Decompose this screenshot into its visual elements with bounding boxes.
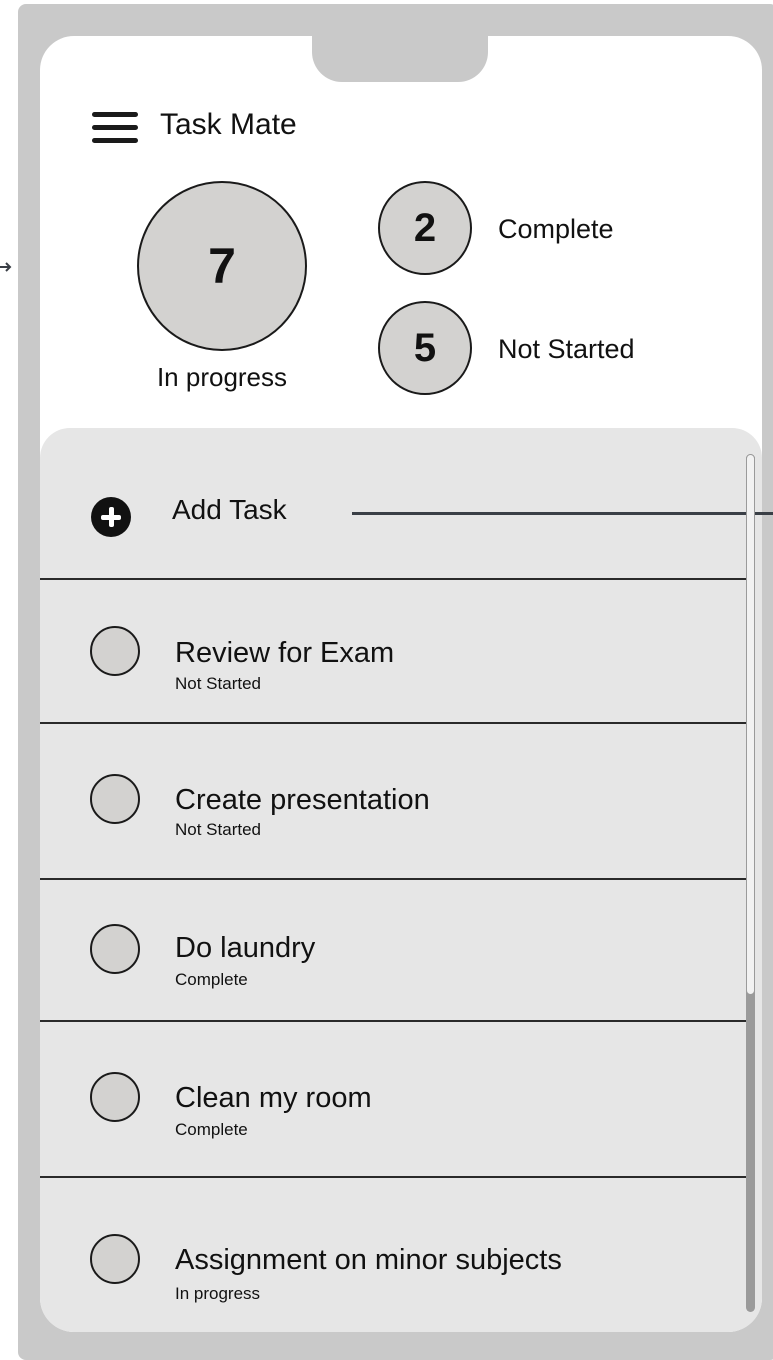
complete-count-badge[interactable]: 2 — [378, 181, 472, 275]
task-title: Create presentation — [175, 784, 430, 816]
annotation-arrow-icon — [0, 262, 12, 272]
hamburger-menu-icon[interactable] — [92, 112, 138, 146]
scrollbar[interactable] — [746, 454, 755, 1312]
task-status: Complete — [175, 970, 248, 989]
task-title: Review for Exam — [175, 637, 395, 669]
task-row[interactable]: Assignment on minor subjects In progress — [40, 1178, 746, 1332]
app-title: Task Mate — [160, 108, 297, 141]
task-status: Complete — [175, 1120, 248, 1139]
task-checkbox[interactable] — [90, 1072, 140, 1122]
task-status: Not Started — [175, 674, 261, 693]
in-progress-label: In progress — [156, 362, 288, 392]
task-row[interactable]: Create presentation Not Started — [40, 724, 746, 880]
task-title: Clean my room — [175, 1082, 372, 1114]
task-row[interactable]: Review for Exam Not Started — [40, 580, 746, 724]
task-title: Do laundry — [175, 932, 316, 964]
task-title: Assignment on minor subjects — [175, 1244, 562, 1276]
task-list: Add Task Review for Exam Not Started Cre… — [40, 428, 762, 1332]
add-task-label: Add Task — [172, 494, 287, 525]
in-progress-count-badge[interactable]: 7 — [137, 181, 307, 351]
task-status: In progress — [175, 1284, 261, 1303]
scrollbar-thumb[interactable] — [746, 454, 755, 995]
task-checkbox[interactable] — [90, 626, 140, 676]
complete-label: Complete — [498, 214, 614, 244]
task-row[interactable]: Do laundry Complete — [40, 880, 746, 1022]
task-status: Not Started — [175, 820, 261, 839]
task-row[interactable]: Clean my room Complete — [40, 1022, 746, 1178]
phone-notch — [312, 36, 488, 82]
add-task-row[interactable]: Add Task — [40, 428, 746, 580]
not-started-label: Not Started — [498, 334, 635, 364]
not-started-count-badge[interactable]: 5 — [378, 301, 472, 395]
add-circle-icon[interactable] — [91, 497, 131, 537]
task-checkbox[interactable] — [90, 774, 140, 824]
annotation-line — [352, 512, 773, 515]
task-checkbox[interactable] — [90, 924, 140, 974]
task-checkbox[interactable] — [90, 1234, 140, 1284]
